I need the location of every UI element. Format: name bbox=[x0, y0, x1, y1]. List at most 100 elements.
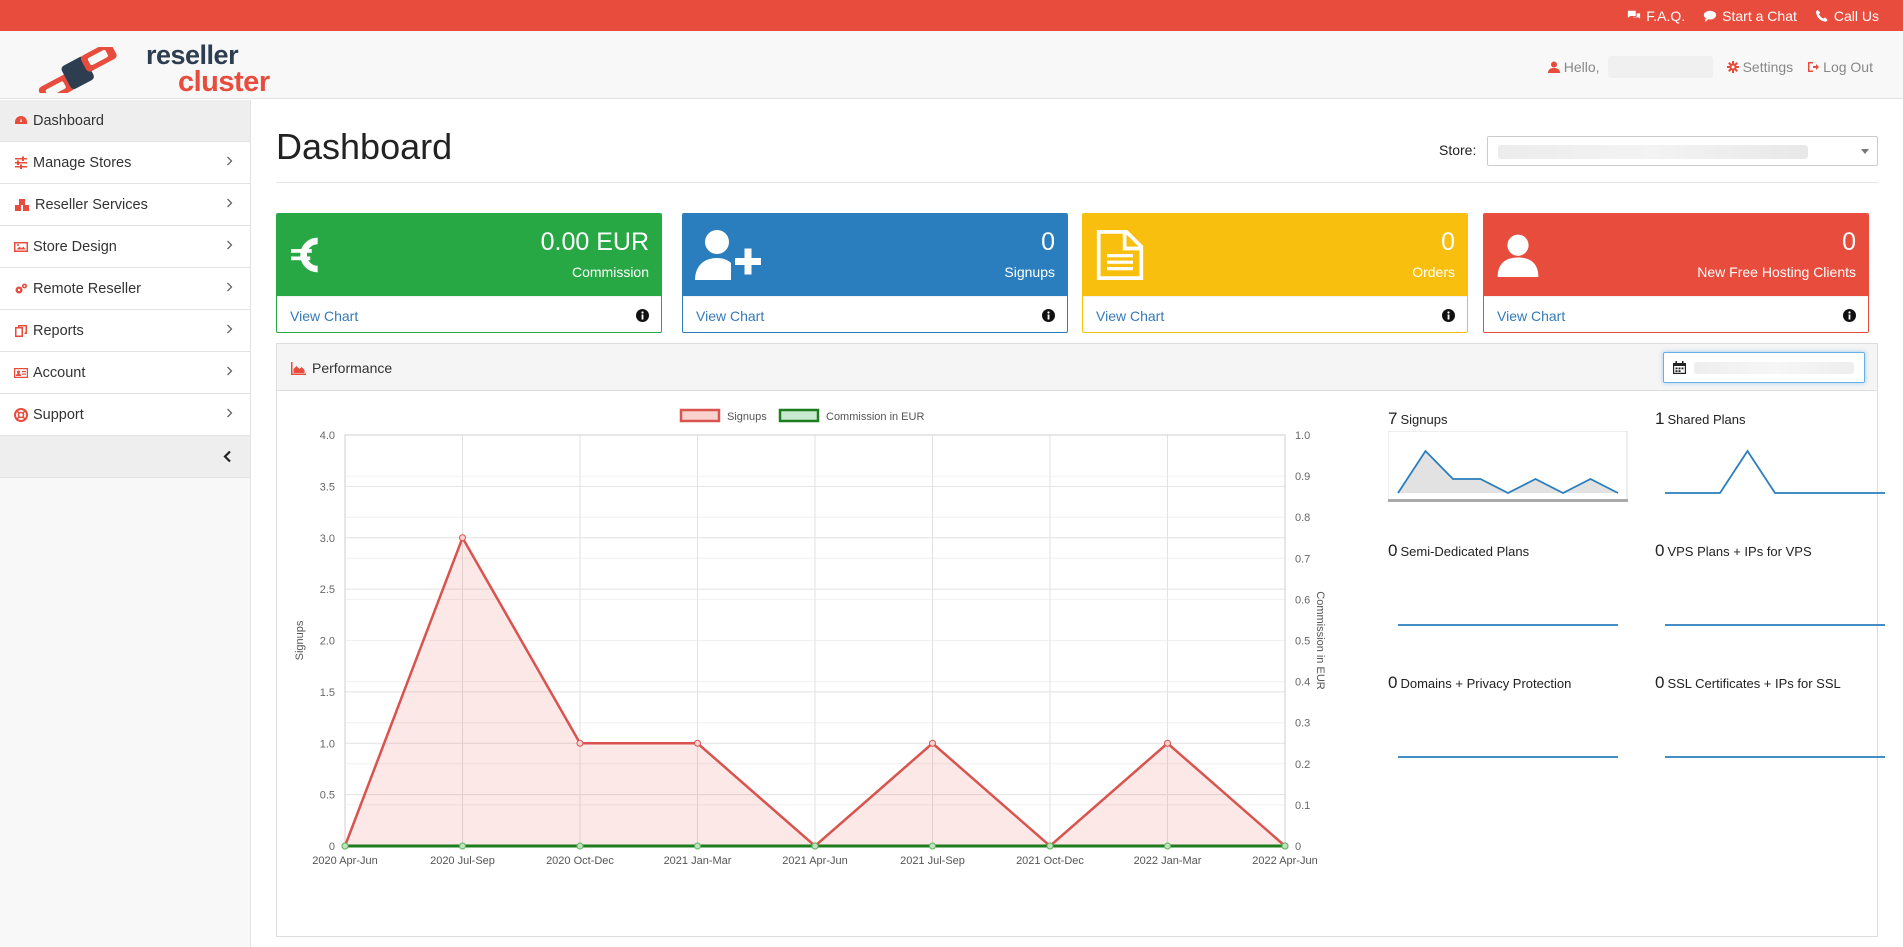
y2-tick-label: 0.8 bbox=[1295, 512, 1310, 524]
performance-panel-header: Performance bbox=[277, 344, 1877, 391]
sparkline-chart bbox=[1665, 756, 1885, 758]
legend-label: Commission in EUR bbox=[826, 411, 924, 423]
data-point bbox=[929, 739, 936, 747]
free-hosting-view-chart-link[interactable]: View Chart bbox=[1497, 308, 1565, 324]
store-value-redacted bbox=[1498, 145, 1808, 159]
sparkline-vps-plans-ips-for-vps: 0 VPS Plans + IPs for VPS bbox=[1655, 541, 1903, 626]
chevron-right-icon bbox=[227, 366, 233, 376]
signups-card: 0 Signups View Chart bbox=[682, 213, 1068, 333]
sparkline-signups: 7 Signups bbox=[1388, 409, 1638, 502]
commission-card-footer: View Chart bbox=[277, 296, 661, 332]
logo-text: reseller cluster bbox=[146, 40, 270, 98]
call-us-link[interactable]: Call Us bbox=[1815, 8, 1879, 24]
sidebar-item-dashboard[interactable]: Dashboard bbox=[0, 100, 250, 142]
sparkline-count: 0 bbox=[1388, 673, 1398, 692]
signups-view-chart-link[interactable]: View Chart bbox=[696, 308, 764, 324]
y-tick-label: 2.5 bbox=[320, 584, 335, 596]
top-bar: F.A.Q. Start a Chat Call Us bbox=[0, 0, 1903, 31]
username-redacted bbox=[1607, 56, 1713, 78]
x-tick-label: 2020 Jul-Sep bbox=[430, 855, 495, 867]
y2-axis-title: Commission in EUR bbox=[1314, 591, 1326, 689]
faq-link[interactable]: F.A.Q. bbox=[1627, 8, 1685, 24]
data-point bbox=[576, 842, 584, 850]
caret-down-icon bbox=[1861, 149, 1869, 154]
sidebar-collapse-button[interactable] bbox=[0, 436, 250, 478]
sign-out-icon bbox=[1808, 62, 1820, 72]
chevron-left-icon bbox=[223, 450, 231, 463]
orders-view-chart-link[interactable]: View Chart bbox=[1096, 308, 1164, 324]
sparkline-shared-plans: 1 Shared Plans bbox=[1655, 409, 1903, 494]
data-point bbox=[929, 842, 936, 850]
sidebar-item-remote-reseller[interactable]: Remote Reseller bbox=[0, 268, 250, 310]
y-tick-label: 1.5 bbox=[320, 687, 335, 699]
sparkline-label: Signups bbox=[1400, 412, 1448, 427]
sparkline-count: 7 bbox=[1388, 409, 1398, 428]
store-label: Store: bbox=[1439, 142, 1477, 158]
sidebar: Dashboard Manage Stores Reseller Service… bbox=[0, 100, 251, 947]
user-greeting[interactable]: Hello, bbox=[1547, 56, 1713, 78]
x-tick-label: 2021 Jul-Sep bbox=[900, 855, 965, 867]
y-tick-label: 0 bbox=[329, 841, 335, 853]
date-range-input[interactable] bbox=[1663, 352, 1865, 383]
logo[interactable]: reseller cluster bbox=[28, 40, 270, 98]
y-tick-label: 3.5 bbox=[320, 481, 335, 493]
data-point bbox=[811, 842, 819, 850]
sparkline-heading: 1 Shared Plans bbox=[1655, 409, 1903, 429]
commission-card: 0.00 EUR Commission View Chart bbox=[276, 213, 662, 333]
sparkline-label: Shared Plans bbox=[1667, 412, 1746, 427]
sparkline-count: 0 bbox=[1388, 541, 1398, 560]
y2-tick-label: 0.2 bbox=[1295, 759, 1310, 771]
y-tick-label: 3.0 bbox=[320, 533, 335, 545]
sparkline-label: Domains + Privacy Protection bbox=[1400, 676, 1572, 691]
sidebar-item-account[interactable]: Account bbox=[0, 352, 250, 394]
file-icon bbox=[1096, 230, 1144, 280]
cogs-icon bbox=[15, 283, 27, 293]
comments-icon bbox=[1628, 10, 1641, 19]
sidebar-item-store-design[interactable]: Store Design bbox=[0, 226, 250, 268]
comment-icon bbox=[1704, 10, 1717, 22]
data-point bbox=[1164, 739, 1171, 747]
sliders-icon bbox=[15, 156, 27, 169]
y-tick-label: 1.0 bbox=[320, 738, 335, 750]
chevron-right-icon bbox=[227, 408, 233, 418]
sidebar-item-manage-stores[interactable]: Manage Stores bbox=[0, 142, 250, 184]
y2-tick-label: 0.6 bbox=[1295, 594, 1310, 606]
cubes-icon bbox=[15, 198, 29, 211]
start-chat-link[interactable]: Start a Chat bbox=[1703, 8, 1797, 24]
performance-title: Performance bbox=[291, 360, 392, 376]
user-plus-icon bbox=[695, 230, 761, 280]
sparkline-heading: 7 Signups bbox=[1388, 409, 1638, 429]
sidebar-item-reseller-services[interactable]: Reseller Services bbox=[0, 184, 250, 226]
sidebar-item-reports[interactable]: Reports bbox=[0, 310, 250, 352]
commission-label: Commission bbox=[571, 264, 649, 280]
area-chart-icon bbox=[291, 361, 306, 375]
page-title: Dashboard bbox=[276, 126, 453, 167]
y2-tick-label: 0.7 bbox=[1295, 553, 1310, 565]
store-select[interactable] bbox=[1487, 136, 1878, 166]
y-tick-label: 2.0 bbox=[320, 636, 335, 648]
performance-chart: 0 0.5 1.0 1.5 2.0 2.5 3.0 3.5 4.0 0 0.1 0.2 0.3 0.4 0.… bbox=[294, 408, 1326, 867]
chevron-right-icon bbox=[227, 198, 233, 208]
info-icon[interactable] bbox=[636, 309, 649, 322]
sparkline-count: 0 bbox=[1655, 673, 1665, 692]
gear-icon bbox=[1726, 61, 1739, 73]
info-icon[interactable] bbox=[1843, 309, 1856, 322]
y2-tick-label: 0.5 bbox=[1295, 636, 1310, 648]
chevron-right-icon bbox=[227, 156, 233, 166]
sidebar-item-support[interactable]: Support bbox=[0, 394, 250, 436]
sparkline-heading: 0 SSL Certificates + IPs for SSL bbox=[1655, 673, 1903, 693]
data-point bbox=[459, 534, 466, 542]
logo-line-2: cluster bbox=[178, 65, 270, 98]
life-ring-icon bbox=[14, 407, 28, 422]
header-user-menu: Hello, Settings Log Out bbox=[1547, 56, 1873, 78]
sparkline-domains-privacy-protection: 0 Domains + Privacy Protection bbox=[1388, 673, 1638, 758]
signups-value: 0 bbox=[1041, 228, 1055, 256]
sparkline-label: Semi-Dedicated Plans bbox=[1400, 544, 1530, 559]
settings-link[interactable]: Settings bbox=[1726, 59, 1793, 75]
info-icon[interactable] bbox=[1442, 309, 1455, 322]
id-card-icon bbox=[14, 367, 28, 378]
info-icon[interactable] bbox=[1042, 309, 1055, 322]
logout-link[interactable]: Log Out bbox=[1807, 59, 1873, 75]
logo-line-1: reseller bbox=[146, 40, 239, 70]
commission-view-chart-link[interactable]: View Chart bbox=[290, 308, 358, 324]
